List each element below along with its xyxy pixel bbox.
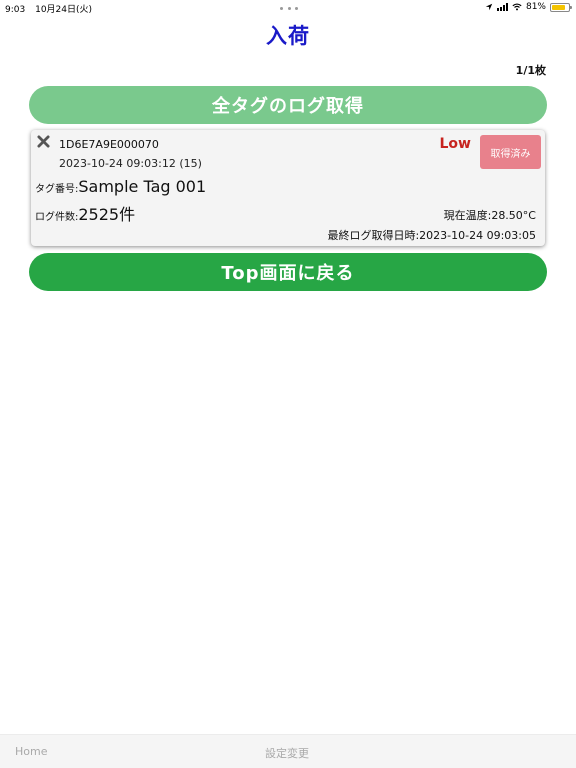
tag-number-value: Sample Tag 001	[78, 177, 207, 196]
wifi-icon	[512, 3, 522, 11]
multitasking-dots-icon[interactable]	[280, 7, 298, 11]
bottom-tab-bar: Home 設定変更	[0, 734, 576, 768]
tag-datetime: 2023-10-24 09:03:12 (15)	[59, 157, 202, 170]
battery-percent: 81%	[525, 2, 546, 12]
close-icon[interactable]	[37, 135, 50, 148]
log-count-label: ログ件数:	[35, 212, 79, 223]
tab-home[interactable]: Home	[15, 745, 47, 758]
last-log-datetime: 最終ログ取得日時:2023-10-24 09:03:05	[327, 229, 536, 242]
battery-fill	[552, 4, 565, 10]
tag-id: 1D6E7A9E000070	[59, 138, 159, 151]
log-count-value: 2525件	[78, 205, 136, 224]
location-icon	[485, 3, 493, 11]
battery-icon	[550, 2, 572, 12]
tab-settings[interactable]: 設定変更	[265, 745, 309, 761]
level-label: Low	[439, 136, 471, 152]
page-count: 1/1枚	[515, 64, 546, 77]
status-left: 9:03 10月24日(火)	[5, 2, 99, 15]
get-all-logs-button[interactable]: 全タグのログ取得	[29, 86, 547, 124]
tag-number-label: タグ番号:	[35, 184, 79, 195]
status-date: 10月24日(火)	[35, 5, 93, 15]
back-to-top-button[interactable]: Top画面に戻る	[29, 253, 547, 291]
status-bar: 9:03 10月24日(火) 81%	[0, 0, 576, 16]
status-time: 9:03	[5, 5, 26, 15]
acquired-status-button[interactable]: 取得済み	[480, 135, 541, 169]
tag-number-row: タグ番号: Sample Tag 001	[35, 177, 206, 196]
current-temperature: 現在温度:28.50°C	[443, 209, 536, 222]
log-count-row: ログ件数: 2525件	[35, 201, 135, 225]
page-title: 入荷	[266, 24, 310, 48]
tag-card[interactable]: 1D6E7A9E000070 2023-10-24 09:03:12 (15) …	[31, 130, 545, 246]
status-right: 81%	[485, 2, 572, 12]
cellular-signal-icon	[496, 3, 508, 11]
